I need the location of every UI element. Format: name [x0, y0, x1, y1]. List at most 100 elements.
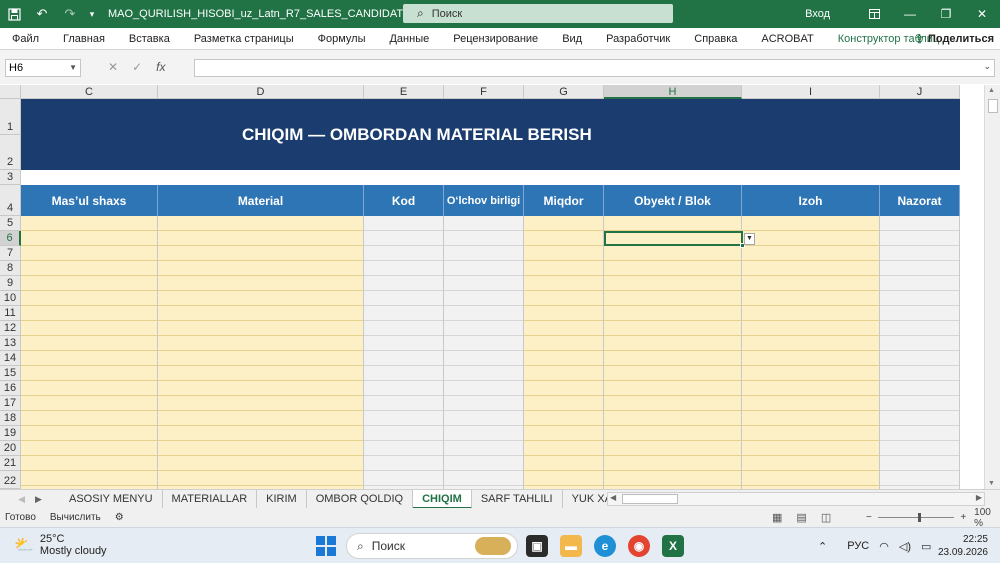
expand-formula-bar-icon[interactable]: ⌄	[983, 61, 991, 72]
tab-help[interactable]: Справка	[682, 33, 749, 45]
row-header[interactable]: 5	[0, 216, 21, 231]
row-header[interactable]: 22	[0, 471, 21, 489]
normal-view-icon[interactable]: ▦	[772, 511, 782, 524]
customize-quick-access-icon[interactable]: ▾	[84, 0, 100, 28]
battery-icon[interactable]: ▭	[921, 540, 931, 553]
name-box[interactable]: H6 ▼	[5, 59, 81, 77]
data-column-material[interactable]	[158, 216, 364, 489]
vertical-scrollbar[interactable]: ▲ ▼	[984, 85, 1000, 489]
scroll-down-icon[interactable]: ▼	[988, 480, 995, 487]
row-header[interactable]: 1	[0, 99, 21, 135]
redo-icon[interactable]: ↷	[56, 0, 84, 28]
horizontal-scroll-thumb[interactable]	[622, 494, 678, 504]
file-explorer-icon[interactable]: ▬	[560, 535, 582, 557]
row-header-selected[interactable]: 6	[0, 231, 21, 246]
header-cell-note[interactable]: Izoh	[742, 185, 880, 216]
row-header[interactable]: 19	[0, 426, 21, 441]
row-header[interactable]: 13	[0, 336, 21, 351]
show-hidden-icons-icon[interactable]: ⌃	[818, 540, 827, 553]
page-layout-view-icon[interactable]: ▤	[796, 511, 806, 524]
row-header[interactable]: 20	[0, 441, 21, 456]
next-sheet-icon[interactable]: ▶	[35, 494, 42, 505]
row-header[interactable]: 4	[0, 185, 21, 216]
zoom-out-icon[interactable]: −	[866, 512, 872, 523]
wifi-icon[interactable]: ◠	[879, 540, 889, 553]
header-cell-quantity[interactable]: Miqdor	[524, 185, 604, 216]
zoom-slider[interactable]	[877, 513, 955, 522]
vertical-scroll-thumb[interactable]	[988, 99, 998, 113]
ribbon-display-icon[interactable]	[856, 0, 892, 28]
sheet-tab-active[interactable]: CHIQIM	[413, 489, 472, 509]
active-cell-h6[interactable]	[604, 231, 743, 246]
close-icon[interactable]: ✕	[964, 0, 1000, 28]
header-cell-material[interactable]: Material	[158, 185, 364, 216]
tab-file[interactable]: Файл	[0, 33, 51, 45]
data-column-object-block[interactable]	[604, 216, 742, 489]
sheet-tab[interactable]: KIRIM	[257, 489, 307, 509]
edge-browser-icon[interactable]: e	[594, 535, 616, 557]
scroll-up-icon[interactable]: ▲	[988, 87, 995, 94]
row-header[interactable]: 10	[0, 291, 21, 306]
taskbar-search[interactable]: ⌕ Поиск	[346, 533, 518, 559]
sign-in-link[interactable]: Вход	[805, 8, 830, 20]
header-cell-code[interactable]: Kod	[364, 185, 444, 216]
undo-icon[interactable]: ↶	[28, 0, 56, 28]
horizontal-scrollbar[interactable]: ◀ ▶	[607, 492, 985, 506]
data-column-code[interactable]	[364, 216, 444, 489]
previous-sheet-icon[interactable]: ◀	[18, 494, 25, 505]
accessibility-icon[interactable]: ⚙	[115, 512, 124, 523]
row-header[interactable]: 8	[0, 261, 21, 276]
minimize-icon[interactable]: —	[892, 0, 928, 28]
zoom-slider-knob[interactable]	[917, 513, 921, 522]
share-button[interactable]: ⇪ Поделиться	[915, 30, 994, 48]
tab-insert[interactable]: Вставка	[117, 33, 182, 45]
column-header[interactable]: D	[158, 85, 364, 99]
confirm-entry-icon[interactable]: ✓	[132, 60, 142, 74]
select-all-corner[interactable]	[0, 85, 21, 99]
scroll-right-icon[interactable]: ▶	[976, 493, 982, 502]
column-header-selected[interactable]: H	[604, 85, 742, 99]
excel-app-icon[interactable]: X	[662, 535, 684, 557]
zoom-level[interactable]: 100 %	[974, 507, 1000, 529]
windows-start-icon[interactable]	[316, 536, 336, 556]
formula-input[interactable]: ⌄	[194, 59, 995, 77]
cancel-entry-icon[interactable]: ✕	[108, 60, 118, 74]
header-cell-responsible[interactable]: Mas’ul shaxs	[21, 185, 158, 216]
restore-icon[interactable]: ❐	[928, 0, 964, 28]
row-header[interactable]: 16	[0, 381, 21, 396]
volume-icon[interactable]: ◁)	[899, 540, 911, 553]
sheet-tab[interactable]: ASOSIY MENYU	[60, 489, 163, 509]
scroll-left-icon[interactable]: ◀	[610, 493, 616, 502]
zoom-in-icon[interactable]: +	[960, 512, 966, 523]
row-header[interactable]: 7	[0, 246, 21, 261]
sheet-tab[interactable]: MATERIALLAR	[163, 489, 258, 509]
column-header[interactable]: C	[21, 85, 158, 99]
tab-page-layout[interactable]: Разметка страницы	[182, 33, 306, 45]
header-cell-control[interactable]: Nazorat	[880, 185, 960, 216]
column-header[interactable]: E	[364, 85, 444, 99]
row-header[interactable]: 9	[0, 276, 21, 291]
tab-data[interactable]: Данные	[377, 33, 441, 45]
row-header[interactable]: 15	[0, 366, 21, 381]
row-header[interactable]: 11	[0, 306, 21, 321]
row-header[interactable]: 3	[0, 170, 21, 185]
column-header[interactable]: I	[742, 85, 880, 99]
sheet-tab[interactable]: SARF TAHLILI	[472, 489, 563, 509]
tab-acrobat[interactable]: ACROBAT	[749, 33, 825, 45]
header-cell-object-block[interactable]: Obyekt / Blok	[604, 185, 742, 216]
row-header[interactable]: 2	[0, 135, 21, 170]
save-icon[interactable]	[0, 0, 28, 28]
column-header[interactable]: F	[444, 85, 524, 99]
row-header[interactable]: 17	[0, 396, 21, 411]
sheet-tab[interactable]: OMBOR QOLDIQ	[307, 489, 414, 509]
tab-home[interactable]: Главная	[51, 33, 117, 45]
row-header[interactable]: 12	[0, 321, 21, 336]
data-column-note[interactable]	[742, 216, 880, 489]
header-cell-unit[interactable]: O‘lchov birligi	[444, 185, 524, 216]
column-header[interactable]: J	[880, 85, 960, 99]
insert-function-icon[interactable]: fx	[156, 60, 165, 74]
tab-formulas[interactable]: Формулы	[306, 33, 378, 45]
chrome-browser-icon[interactable]: ◉	[628, 535, 650, 557]
clock[interactable]: 22:25 23.09.2026	[938, 533, 988, 559]
cell-dropdown-icon[interactable]: ▼	[744, 233, 755, 245]
